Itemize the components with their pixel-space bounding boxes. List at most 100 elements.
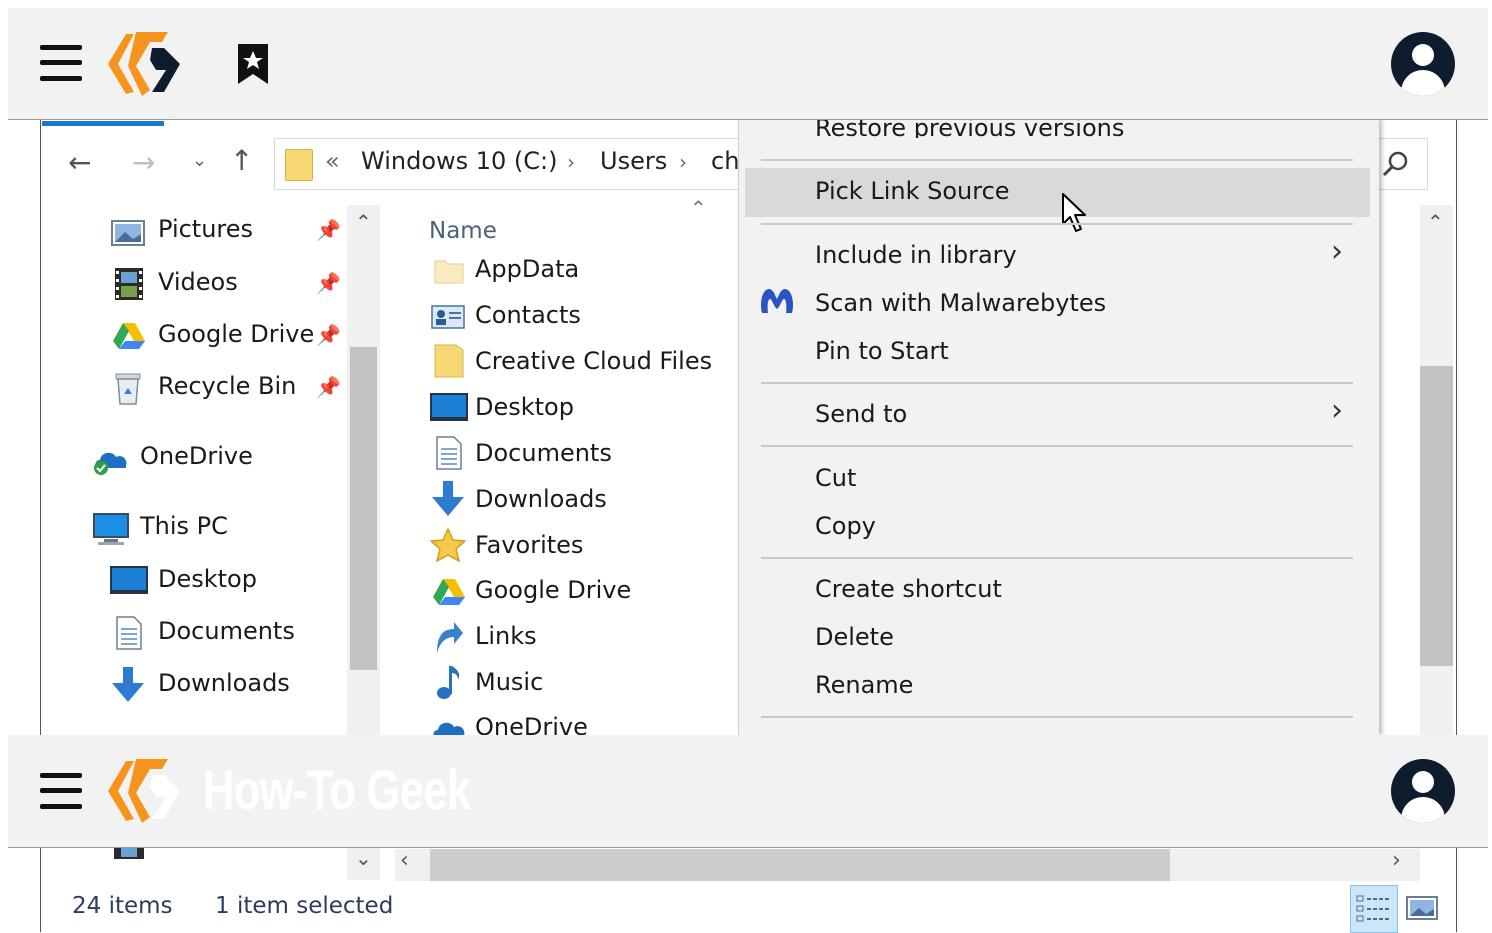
- scroll-up-arrow-icon[interactable]: ⌃: [1427, 210, 1444, 234]
- list-item[interactable]: Google Drive: [475, 576, 631, 604]
- address-bar[interactable]: « Windows 10 (C:) › Users › ch: [274, 138, 776, 190]
- pin-icon: 📌: [316, 218, 341, 242]
- videos-icon: [115, 268, 143, 300]
- list-item[interactable]: Creative Cloud Files: [475, 347, 712, 375]
- scroll-right-arrow-icon[interactable]: ›: [1392, 848, 1401, 873]
- scroll-up-arrow-icon[interactable]: ⌃: [355, 210, 372, 234]
- onedrive-icon: [433, 722, 465, 736]
- breadcrumb-drive[interactable]: Windows 10 (C:): [361, 147, 558, 175]
- menu-item-pick-link-source[interactable]: Pick Link Source: [815, 177, 1010, 205]
- menu-separator: [761, 382, 1353, 384]
- back-arrow-icon[interactable]: ←: [68, 146, 91, 179]
- nav-item-onedrive[interactable]: OneDrive: [140, 442, 253, 470]
- menu-item-rename[interactable]: Rename: [815, 671, 913, 699]
- malwarebytes-icon: [760, 289, 794, 313]
- videos-icon: [114, 847, 144, 859]
- google-drive-icon: [113, 323, 145, 349]
- pictures-icon: [111, 220, 145, 246]
- google-drive-icon: [433, 579, 465, 605]
- pin-icon: 📌: [316, 323, 341, 347]
- nav-item-downloads[interactable]: Downloads: [158, 669, 290, 697]
- user-account-icon[interactable]: [1391, 32, 1455, 96]
- hamburger-icon[interactable]: [40, 45, 82, 81]
- links-icon: [437, 622, 463, 653]
- pin-icon: 📌: [316, 375, 341, 399]
- list-item[interactable]: Favorites: [475, 531, 583, 559]
- hamburger-icon[interactable]: [40, 773, 82, 809]
- folder-icon: [434, 344, 464, 378]
- submenu-arrow-icon: ›: [1331, 393, 1343, 428]
- nav-item-documents[interactable]: Documents: [158, 617, 295, 645]
- downloads-icon: [112, 667, 144, 702]
- nav-item-recycle-bin[interactable]: Recycle Bin: [158, 372, 296, 400]
- menu-item-send-to[interactable]: Send to: [815, 400, 907, 428]
- list-item[interactable]: OneDrive: [475, 713, 588, 735]
- site-logo-icon[interactable]: [106, 757, 186, 825]
- this-pc-icon: [93, 513, 129, 545]
- submenu-arrow-icon: ›: [1331, 234, 1343, 269]
- nav-item-videos[interactable]: Videos: [158, 268, 238, 296]
- menu-separator: [761, 557, 1353, 559]
- menu-item-copy[interactable]: Copy: [815, 512, 876, 540]
- list-item[interactable]: AppData: [475, 255, 579, 283]
- nav-pane-scrollbar-thumb[interactable]: [350, 347, 377, 670]
- menu-item-scan-with-malwarebytes[interactable]: Scan with Malwarebytes: [815, 289, 1106, 317]
- recycle-bin-icon: [115, 373, 141, 405]
- menu-separator: [761, 223, 1353, 225]
- address-overflow-chevron[interactable]: «: [325, 147, 340, 175]
- column-header-name[interactable]: Name: [429, 218, 497, 244]
- menu-separator: [761, 716, 1353, 718]
- music-note-icon: [437, 666, 460, 699]
- downloads-icon: [432, 481, 464, 516]
- nav-item-this-pc[interactable]: This PC: [140, 512, 228, 540]
- site-logo-icon[interactable]: [106, 30, 186, 98]
- search-box[interactable]: [1375, 138, 1428, 190]
- site-header-sticky: How-To Geek: [8, 735, 1488, 848]
- folder-icon: [285, 149, 313, 181]
- pin-icon: 📌: [316, 271, 341, 295]
- ribbon-tab-indicator: [42, 121, 164, 126]
- site-brand-name[interactable]: How-To Geek: [203, 757, 471, 822]
- scroll-down-arrow-icon[interactable]: ⌄: [355, 846, 372, 870]
- scroll-left-arrow-icon[interactable]: ‹: [400, 848, 409, 873]
- menu-item-include-in-library[interactable]: Include in library: [815, 241, 1017, 269]
- mouse-cursor-icon: [1062, 193, 1086, 232]
- nav-item-google-drive[interactable]: Google Drive: [158, 320, 314, 348]
- breadcrumb-separator: ›: [567, 150, 575, 174]
- search-icon: [1382, 151, 1408, 177]
- list-item[interactable]: Downloads: [475, 485, 607, 513]
- up-arrow-icon[interactable]: ↑: [230, 144, 253, 177]
- list-item[interactable]: Music: [475, 668, 543, 696]
- details-view-icon: [1356, 895, 1390, 922]
- details-view-button[interactable]: [1350, 885, 1398, 933]
- file-list-scrollbar-thumb[interactable]: [1420, 366, 1453, 666]
- nav-item-pictures[interactable]: Pictures: [158, 215, 253, 243]
- favorites-star-icon: [430, 528, 466, 562]
- nav-item-desktop[interactable]: Desktop: [158, 565, 257, 593]
- folder-icon: [434, 260, 464, 284]
- breadcrumb-user-folder[interactable]: ch: [711, 147, 739, 175]
- menu-item-delete[interactable]: Delete: [815, 623, 894, 651]
- contacts-icon: [431, 305, 465, 329]
- menu-item-cut[interactable]: Cut: [815, 464, 856, 492]
- list-item[interactable]: Desktop: [475, 393, 574, 421]
- list-item[interactable]: Documents: [475, 439, 612, 467]
- status-item-count: 24 items: [72, 893, 173, 919]
- horizontal-scrollbar-thumb[interactable]: [430, 849, 1170, 881]
- forward-arrow-icon[interactable]: →: [132, 146, 155, 179]
- desktop-icon: [110, 566, 148, 594]
- status-selection: 1 item selected: [215, 893, 394, 919]
- desktop-icon: [430, 393, 468, 421]
- menu-separator: [761, 445, 1353, 447]
- user-account-icon[interactable]: [1391, 759, 1455, 823]
- breadcrumb-users[interactable]: Users: [600, 147, 667, 175]
- large-icons-view-icon[interactable]: [1406, 896, 1438, 920]
- list-item[interactable]: Contacts: [475, 301, 581, 329]
- list-item[interactable]: Links: [475, 622, 537, 650]
- onedrive-icon: [94, 452, 127, 475]
- bookmark-star-icon[interactable]: [237, 43, 269, 85]
- recent-locations-chevron-icon[interactable]: ⌄: [192, 150, 207, 171]
- menu-item-pin-to-start[interactable]: Pin to Start: [815, 337, 949, 365]
- menu-item-create-shortcut[interactable]: Create shortcut: [815, 575, 1002, 603]
- sort-ascending-icon: ⌃: [690, 196, 707, 220]
